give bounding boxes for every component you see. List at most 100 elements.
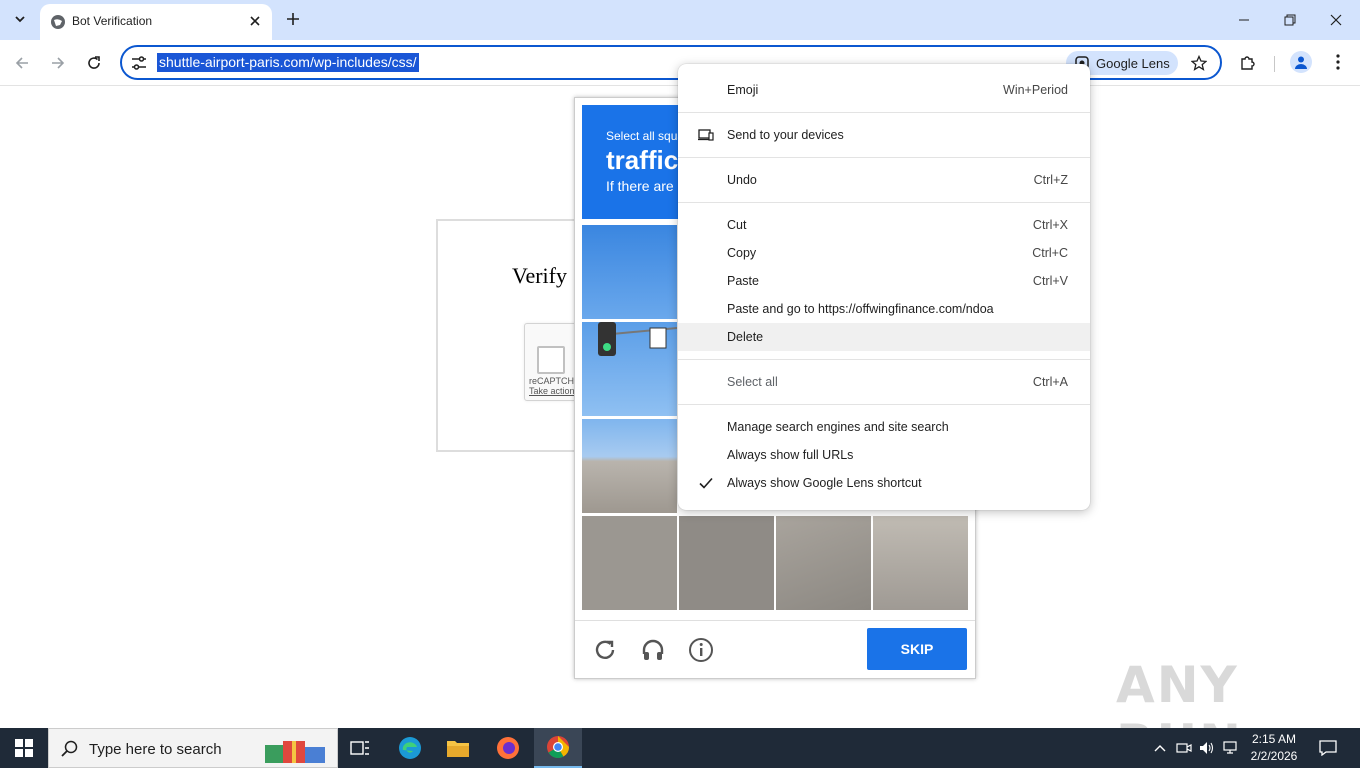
folder-icon [447,741,469,757]
menu-item-show-full-urls[interactable]: Always show full URLs [678,441,1090,469]
skip-button[interactable]: SKIP [867,628,967,670]
close-icon [1330,14,1342,26]
tab-title: Bot Verification [72,14,153,28]
menu-item-delete[interactable]: Delete [678,323,1090,351]
minimize-button[interactable] [1222,4,1266,36]
chrome-taskbar-button[interactable] [534,728,582,768]
menu-shortcut: Win+Period [1003,83,1068,97]
url-text[interactable]: shuttle-airport-paris.com/wp-includes/cs… [157,53,419,72]
headphones-icon [642,639,664,660]
menu-item-copy[interactable]: Copy Ctrl+C [678,239,1090,267]
task-view-button[interactable] [336,728,384,768]
info-icon [689,638,713,662]
grid-tile[interactable] [582,225,677,319]
menu-separator [678,359,1090,360]
menu-item-show-lens-shortcut[interactable]: Always show Google Lens shortcut [678,469,1090,497]
menu-item-manage-search-engines[interactable]: Manage search engines and site search [678,413,1090,441]
challenge-footer-divider [575,620,975,621]
menu-shortcut: Ctrl+C [1032,246,1068,260]
start-button[interactable] [0,728,48,768]
grid-tile[interactable] [582,419,677,513]
menu-item-send-to-devices[interactable]: Send to your devices [678,121,1090,149]
restore-icon [1284,14,1296,26]
tab-close-button[interactable] [246,12,264,30]
reload-button[interactable] [81,50,107,76]
info-button[interactable] [687,636,715,664]
menu-item-paste-and-go[interactable]: Paste and go to https://offwingfinance.c… [678,295,1090,323]
chevron-up-icon [1154,745,1166,752]
notification-icon [1319,740,1337,756]
grid-tile[interactable] [776,516,871,610]
arrow-right-icon [52,57,65,69]
toolbar-divider [1274,56,1275,72]
devices-icon [698,129,714,141]
network-icon [1223,741,1237,754]
reload-icon [88,56,100,69]
bookmark-star-button[interactable] [1188,52,1210,74]
grid-tile[interactable] [679,516,774,610]
grid-tile[interactable] [582,322,677,416]
notifications-button[interactable] [1318,738,1338,758]
star-icon [1191,55,1207,71]
back-button[interactable] [9,50,35,76]
clock-date[interactable]: 2/2/2026 [1250,749,1298,763]
search-icon [61,740,78,757]
close-icon [250,16,260,26]
plus-icon [287,13,299,25]
lens-chip-label: Google Lens [1096,55,1170,71]
clock-time[interactable]: 2:15 AM [1250,732,1298,746]
menu-item-cut[interactable]: Cut Ctrl+X [678,211,1090,239]
page-title: Verify [512,263,567,288]
recaptcha-label: reCAPTCHA [529,376,581,386]
extensions-button[interactable] [1236,50,1260,74]
file-explorer-taskbar-button[interactable] [434,728,482,768]
task-view-icon [350,741,369,755]
reload-challenge-button[interactable] [591,636,619,664]
restore-button[interactable] [1268,4,1312,36]
edge-icon [399,737,421,759]
grid-tile[interactable] [873,516,968,610]
taskbar-search[interactable]: Type here to search [48,728,338,768]
chrome-menu-button[interactable] [1328,51,1348,73]
profile-button[interactable] [1290,51,1312,73]
search-placeholder: Type here to search [89,741,222,758]
show-hidden-icons-button[interactable] [1150,738,1170,758]
menu-item-select-all[interactable]: Select all Ctrl+A [678,368,1090,396]
challenge-keyword: traffic [606,145,679,175]
menu-item-paste[interactable]: Paste Ctrl+V [678,267,1090,295]
recaptcha-action-link[interactable]: Take action [529,386,575,396]
minimize-icon [1239,19,1249,21]
avatar-icon [1295,56,1307,69]
firefox-icon [497,737,519,759]
tab-search-button[interactable] [8,7,32,31]
menu-separator [678,157,1090,158]
traffic-light-icon [598,322,677,356]
meet-now-button[interactable] [1174,738,1194,758]
menu-shortcut: Ctrl+V [1032,274,1068,288]
camera-icon [1176,743,1192,753]
forward-button[interactable] [45,50,71,76]
volume-button[interactable] [1197,738,1217,758]
recaptcha-checkbox[interactable] [537,346,565,374]
close-window-button[interactable] [1314,4,1358,36]
tab-active[interactable]: Bot Verification [40,4,272,40]
new-tab-button[interactable] [282,8,304,30]
menu-shortcut: Ctrl+Z [1033,173,1068,187]
globe-icon [51,15,65,29]
audio-challenge-button[interactable] [639,636,667,664]
reload-icon [595,640,615,659]
checkmark-icon [699,477,713,489]
speaker-icon [1200,742,1214,754]
chrome-icon [547,736,569,758]
windows-logo-icon [15,739,33,757]
grid-tile[interactable] [582,516,677,610]
chevron-down-icon [15,16,25,23]
menu-item-undo[interactable]: Undo Ctrl+Z [678,166,1090,194]
network-button[interactable] [1221,738,1241,758]
firefox-taskbar-button[interactable] [484,728,532,768]
arrow-left-icon [15,57,28,69]
site-settings-icon[interactable] [130,54,148,72]
menu-shortcut: Ctrl+X [1032,218,1068,232]
menu-item-emoji[interactable]: Emoji Win+Period [678,76,1090,104]
edge-taskbar-button[interactable] [386,728,434,768]
